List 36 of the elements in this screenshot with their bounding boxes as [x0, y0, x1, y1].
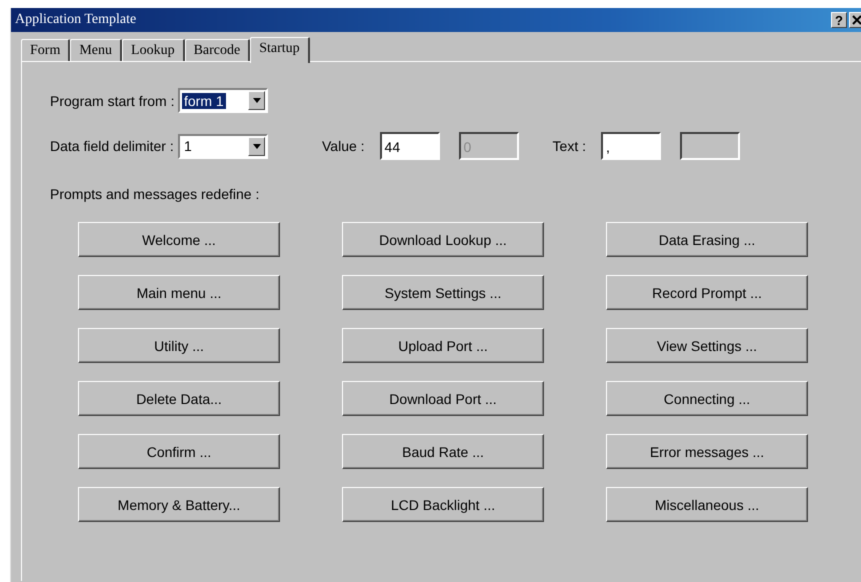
tab[interactable]: Form [21, 39, 70, 61]
input-field[interactable]: , [601, 132, 662, 160]
prompt-button[interactable]: Main menu ... [78, 275, 280, 310]
tab[interactable]: Lookup [122, 39, 185, 61]
dropdown[interactable]: 1 [178, 134, 268, 158]
prompt-button[interactable]: Utility ... [78, 328, 280, 363]
prompt-button[interactable]: Delete Data... [78, 381, 280, 416]
prompt-button[interactable]: Data Erasing ... [606, 222, 808, 257]
prompt-button[interactable]: Memory & Battery... [78, 487, 280, 522]
field-label: Data field delimiter : [50, 138, 175, 154]
prompt-button[interactable]: View Settings ... [606, 328, 808, 363]
close-button[interactable] [849, 12, 861, 28]
tab[interactable]: Barcode [184, 39, 250, 61]
prompt-button[interactable]: System Settings ... [342, 275, 544, 310]
dropdown[interactable]: form 1 [178, 88, 268, 113]
window-title: Application Template [15, 12, 136, 28]
field-label: Program start from : [50, 92, 176, 108]
field-label: Value : [322, 138, 365, 154]
prompt-button[interactable]: Record Prompt ... [606, 275, 808, 310]
close-icon [852, 15, 861, 25]
prompt-button[interactable]: Baud Rate ... [342, 434, 544, 469]
prompt-button[interactable]: Connecting ... [606, 381, 808, 416]
prompt-button[interactable]: Error messages ... [606, 434, 808, 469]
section-label: Prompts and messages redefine : [50, 186, 260, 202]
prompt-button[interactable]: Upload Port ... [342, 328, 544, 363]
field-label: Text : [552, 138, 586, 154]
prompt-button[interactable]: LCD Backlight ... [342, 487, 544, 522]
input-field[interactable]: 44 [380, 132, 440, 160]
help-button[interactable]: ? [831, 12, 847, 28]
tab[interactable]: Startup [250, 37, 310, 63]
prompt-button[interactable]: Download Port ... [342, 381, 544, 416]
prompt-button[interactable]: Welcome ... [78, 222, 280, 257]
prompt-button[interactable]: Confirm ... [78, 434, 280, 469]
tab[interactable]: Menu [70, 39, 122, 61]
prompt-button[interactable]: Download Lookup ... [342, 222, 544, 257]
prompt-button[interactable]: Miscellaneous ... [606, 487, 808, 522]
